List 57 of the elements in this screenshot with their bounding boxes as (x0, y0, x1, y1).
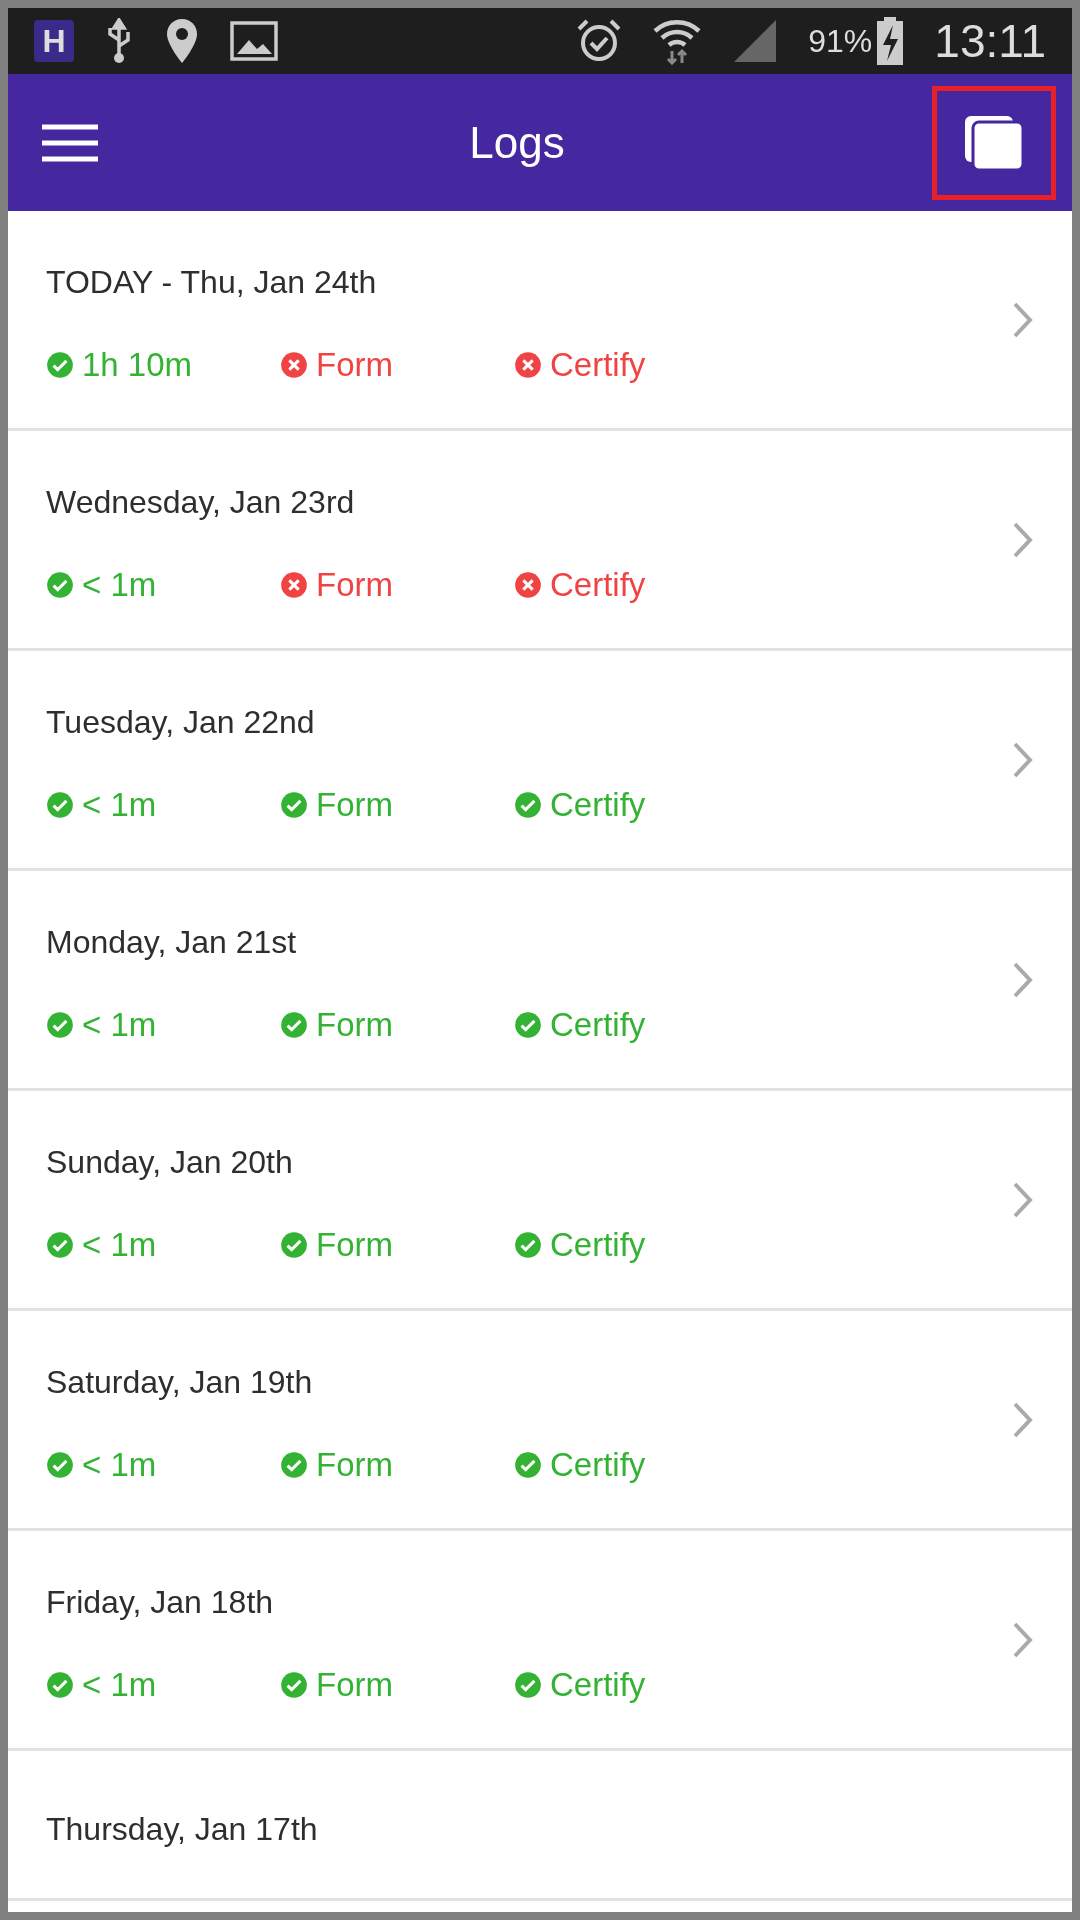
chevron-right-icon (1012, 740, 1034, 779)
log-row[interactable]: Saturday, Jan 19th < 1m Form Certify (8, 1311, 1072, 1531)
log-date: Monday, Jan 21st (46, 922, 298, 962)
menu-icon (42, 123, 98, 162)
status-label: < 1m (82, 1444, 157, 1485)
status-label: Form (316, 784, 393, 825)
status-label: Certify (550, 1004, 646, 1045)
status-label: Certify (550, 1224, 646, 1265)
image-icon (230, 21, 278, 61)
clock: 13:11 (934, 13, 1046, 69)
log-date: TODAY - Thu, Jan 24th (46, 262, 378, 302)
status-label: < 1m (82, 564, 157, 605)
status-label: Form (316, 1664, 393, 1705)
log-row[interactable]: TODAY - Thu, Jan 24th 1h 10m Form Certify (8, 211, 1072, 431)
log-row[interactable]: Wednesday, Jan 23rd < 1m Form Certify (8, 431, 1072, 651)
status-label: < 1m (82, 1224, 157, 1265)
pages-button[interactable] (932, 85, 1056, 200)
status-label: Form (316, 564, 393, 605)
pages-icon (963, 113, 1025, 172)
status-label: Certify (550, 1664, 646, 1705)
status-label: < 1m (82, 1664, 157, 1705)
status-label: 1h 10m (82, 344, 193, 385)
chevron-right-icon (1012, 520, 1034, 559)
location-pin-icon (164, 17, 200, 65)
screen-title: Logs (468, 116, 566, 169)
status-label: Form (316, 1004, 393, 1045)
signal-icon (732, 18, 779, 64)
chevron-right-icon (1012, 1400, 1034, 1439)
log-date: Tuesday, Jan 22nd (46, 702, 316, 742)
log-date: Wednesday, Jan 23rd (46, 482, 356, 522)
status-label: < 1m (82, 784, 157, 825)
alarm-clock-icon (576, 18, 623, 64)
log-date: Thursday, Jan 17th (46, 1809, 319, 1849)
status-label: Certify (550, 344, 646, 385)
chevron-right-icon (1012, 1620, 1034, 1659)
status-label: Certify (550, 1444, 646, 1485)
status-label: Form (316, 1224, 393, 1265)
status-label: Certify (550, 564, 646, 605)
log-date: Friday, Jan 18th (46, 1582, 275, 1622)
log-row[interactable]: Tuesday, Jan 22nd < 1m Form Certify (8, 651, 1072, 871)
status-label: < 1m (82, 1004, 157, 1045)
log-date: Saturday, Jan 19th (46, 1362, 314, 1402)
log-row[interactable]: Thursday, Jan 17th (8, 1751, 1072, 1901)
log-date: Sunday, Jan 20th (46, 1142, 294, 1182)
status-label: Form (316, 1444, 393, 1485)
log-row[interactable]: Friday, Jan 18th < 1m Form Certify (8, 1531, 1072, 1751)
battery-charging-icon (876, 17, 905, 65)
chevron-right-icon (1012, 1180, 1034, 1219)
status-label: Form (316, 344, 393, 385)
log-row[interactable]: Sunday, Jan 20th < 1m Form Certify (8, 1091, 1072, 1311)
wifi-icon (652, 17, 703, 65)
status-label: Certify (550, 784, 646, 825)
chevron-right-icon (1012, 960, 1034, 999)
log-row[interactable]: Monday, Jan 21st < 1m Form Certify (8, 871, 1072, 1091)
app-badge: H (34, 20, 74, 62)
chevron-right-icon (1012, 300, 1034, 339)
battery-percent: 91% (808, 22, 873, 61)
